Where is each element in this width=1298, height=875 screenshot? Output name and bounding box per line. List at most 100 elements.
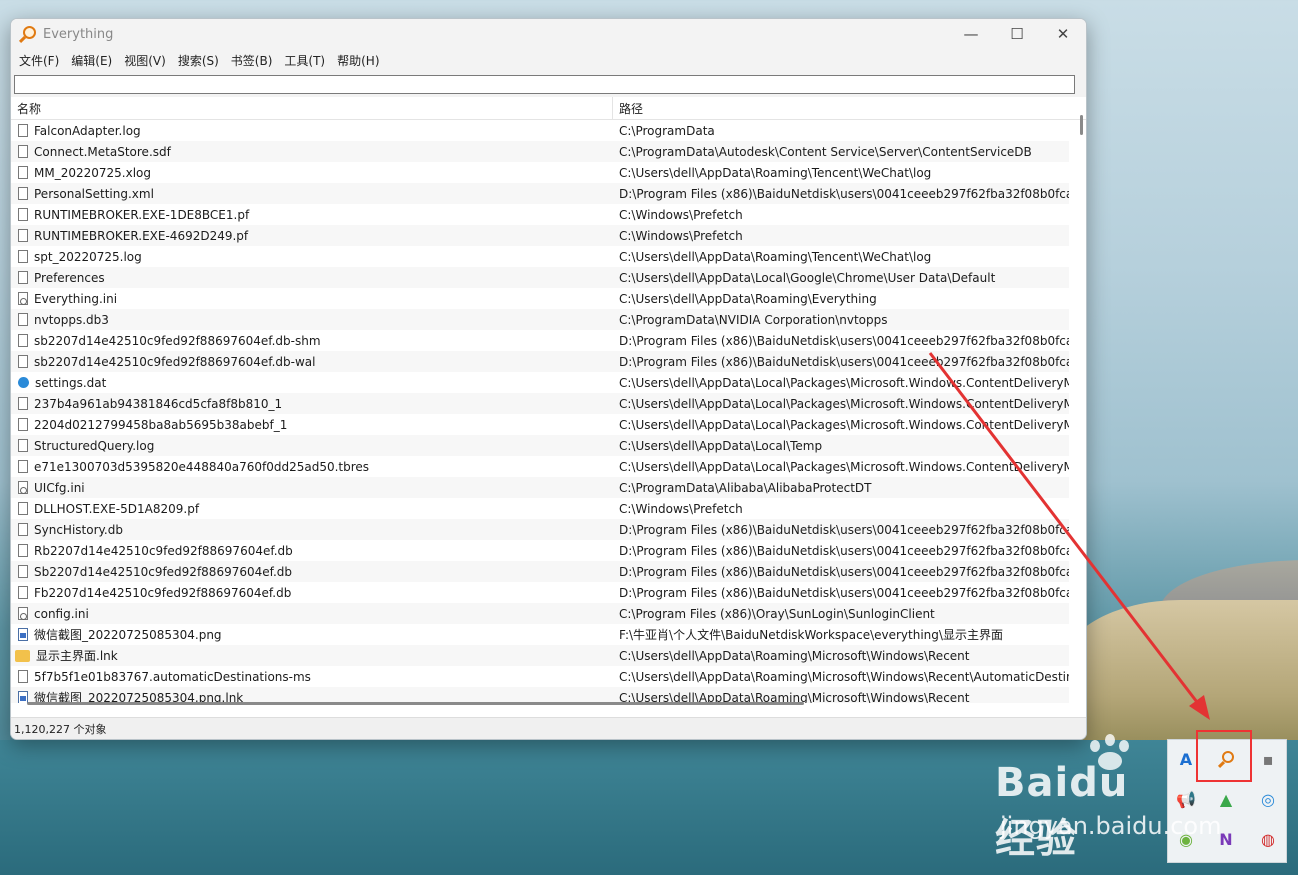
table-row[interactable]: sb2207d14e42510c9fed92f88697604ef.db-wal… bbox=[11, 351, 1069, 372]
minimize-button[interactable]: — bbox=[948, 19, 994, 49]
status-bar: 1,120,227 个对象 bbox=[11, 717, 1086, 739]
file-path: C:\Users\dell\AppData\Local\Temp bbox=[619, 438, 823, 453]
table-row[interactable]: MM_20220725.xlog C:\Users\dell\AppData\Ro… bbox=[11, 162, 1069, 183]
menu-tools[interactable]: 工具(T) bbox=[278, 52, 331, 69]
table-row[interactable]: Sb2207d14e42510c9fed92f88697604ef.db D:\P… bbox=[11, 561, 1069, 582]
menu-view[interactable]: 视图(V) bbox=[118, 52, 172, 69]
file-path: C:\ProgramData\Autodesk\Content Service\… bbox=[619, 144, 1032, 159]
window-icon-glyph: ▪ bbox=[1262, 749, 1274, 769]
file-path: C:\Users\dell\AppData\Roaming\Tencent\We… bbox=[619, 165, 932, 180]
file-name-cell: RUNTIMEBROKER.EXE-4692D249.pf bbox=[11, 229, 613, 243]
file-path: C:\Users\dell\AppData\Roaming\Microsoft\… bbox=[619, 669, 1069, 684]
file-name: 微信截图_20220725085304.png.lnk bbox=[34, 691, 244, 703]
search-bar bbox=[11, 71, 1086, 97]
document-icon bbox=[18, 208, 28, 221]
file-path: C:\Windows\Prefetch bbox=[619, 207, 743, 222]
table-row[interactable]: sb2207d14e42510c9fed92f88697604ef.db-shm… bbox=[11, 330, 1069, 351]
drive-icon[interactable]: ▲ bbox=[1211, 784, 1241, 814]
table-row[interactable]: config.ini C:\Program Files (x86)\Oray\Su… bbox=[11, 603, 1069, 624]
file-name-cell: StructuredQuery.log bbox=[11, 439, 613, 453]
table-row[interactable]: 237b4a961ab94381846cd5cfa8f8b810_1 C:\Use… bbox=[11, 393, 1069, 414]
menu-search[interactable]: 搜索(S) bbox=[172, 52, 225, 69]
desktop-grassland bbox=[1060, 600, 1298, 760]
sunlogin-icon[interactable]: ◎ bbox=[1253, 784, 1283, 814]
table-row[interactable]: settings.dat C:\Users\dell\AppData\Local\… bbox=[11, 372, 1069, 393]
table-row[interactable]: SyncHistory.db D:\Program Files (x86)\Bai… bbox=[11, 519, 1069, 540]
table-row[interactable]: Everything.ini C:\Users\dell\AppData\Roam… bbox=[11, 288, 1069, 309]
window-icon[interactable]: ▪ bbox=[1253, 744, 1283, 774]
file-path: D:\Program Files (x86)\BaiduNetdisk\user… bbox=[619, 186, 1069, 201]
table-row[interactable]: Connect.MetaStore.sdf C:\ProgramData\Auto… bbox=[11, 141, 1069, 162]
file-name-cell: Fb2207d14e42510c9fed92f88697604ef.db bbox=[11, 586, 613, 600]
menu-file[interactable]: 文件(F) bbox=[13, 52, 65, 69]
search-input[interactable] bbox=[14, 74, 1075, 94]
megaphone-icon[interactable]: 📢 bbox=[1171, 784, 1201, 814]
table-row[interactable]: FalconAdapter.log C:\ProgramData bbox=[11, 120, 1069, 141]
settings-file-icon bbox=[18, 292, 28, 305]
file-name-cell: sb2207d14e42510c9fed92f88697604ef.db-wal bbox=[11, 355, 613, 369]
window-title: Everything bbox=[43, 26, 114, 42]
table-row[interactable]: 5f7b5f1e01b83767.automaticDestinations-m… bbox=[11, 666, 1069, 687]
maximize-button[interactable]: ☐ bbox=[994, 19, 1040, 49]
settings-file-icon bbox=[18, 481, 28, 494]
file-name-cell: UICfg.ini bbox=[11, 481, 613, 495]
table-row[interactable]: RUNTIMEBROKER.EXE-4692D249.pf C:\Windows\… bbox=[11, 225, 1069, 246]
netease-music-icon[interactable]: ◍ bbox=[1253, 824, 1283, 854]
horizontal-scrollbar[interactable] bbox=[11, 702, 1069, 705]
document-icon bbox=[18, 460, 28, 473]
document-icon bbox=[18, 586, 28, 599]
file-path: C:\Windows\Prefetch bbox=[619, 501, 743, 516]
horizontal-scroll-thumb[interactable] bbox=[27, 702, 804, 705]
table-row[interactable]: PersonalSetting.xml D:\Program Files (x86… bbox=[11, 183, 1069, 204]
menu-edit[interactable]: 编辑(E) bbox=[65, 52, 118, 69]
vertical-scrollbar[interactable] bbox=[1080, 103, 1084, 701]
settings-file-icon bbox=[18, 607, 28, 620]
file-name-cell: PersonalSetting.xml bbox=[11, 187, 613, 201]
table-row[interactable]: Preferences C:\Users\dell\AppData\Local\G… bbox=[11, 267, 1069, 288]
title-bar[interactable]: Everything — ☐ ✕ bbox=[11, 19, 1086, 49]
table-row[interactable]: spt_20220725.log C:\Users\dell\AppData\Ro… bbox=[11, 246, 1069, 267]
column-header-name[interactable]: 名称 bbox=[11, 97, 613, 119]
file-name-cell: e71e1300703d5395820e448840a760f0dd25ad50… bbox=[11, 460, 613, 474]
document-icon bbox=[18, 145, 28, 158]
file-path: C:\ProgramData bbox=[619, 123, 715, 138]
table-row[interactable]: 微信截图_20220725085304.png F:\牛亚肖\个人文件\Baidu… bbox=[11, 624, 1069, 645]
table-row[interactable]: StructuredQuery.log C:\Users\dell\AppData… bbox=[11, 435, 1069, 456]
table-row[interactable]: 2204d0212799458ba8ab5695b38abebf_1 C:\Use… bbox=[11, 414, 1069, 435]
table-row[interactable]: Rb2207d14e42510c9fed92f88697604ef.db D:\P… bbox=[11, 540, 1069, 561]
menu-help[interactable]: 帮助(H) bbox=[331, 52, 385, 69]
file-path: C:\Users\dell\AppData\Local\Packages\Mic… bbox=[619, 417, 1069, 432]
document-icon bbox=[18, 439, 28, 452]
file-path: C:\Users\dell\AppData\Local\Google\Chrom… bbox=[619, 270, 996, 285]
document-icon bbox=[18, 229, 28, 242]
table-row[interactable]: Fb2207d14e42510c9fed92f88697604ef.db D:\P… bbox=[11, 582, 1069, 603]
document-icon bbox=[18, 523, 28, 536]
table-row[interactable]: UICfg.ini C:\ProgramData\Alibaba\AlibabaP… bbox=[11, 477, 1069, 498]
file-path: C:\Program Files (x86)\Oray\SunLogin\Sun… bbox=[619, 606, 935, 621]
table-row[interactable]: 显示主界面.lnk C:\Users\dell\AppData\Roaming\M… bbox=[11, 645, 1069, 666]
menu-bar: 文件(F) 编辑(E) 视图(V) 搜索(S) 书签(B) 工具(T) 帮助(H… bbox=[11, 49, 1086, 71]
file-name: nvtopps.db3 bbox=[34, 312, 109, 327]
file-name: config.ini bbox=[34, 606, 89, 621]
column-header-path[interactable]: 路径 bbox=[613, 97, 1069, 119]
table-row[interactable]: 微信截图_20220725085304.png.lnk C:\Users\dell… bbox=[11, 687, 1069, 703]
file-path: D:\Program Files (x86)\BaiduNetdisk\user… bbox=[619, 564, 1069, 579]
table-row[interactable]: DLLHOST.EXE-5D1A8209.pf C:\Windows\Prefet… bbox=[11, 498, 1069, 519]
file-name-cell: 微信截图_20220725085304.png.lnk bbox=[11, 689, 613, 703]
file-name-cell: 237b4a961ab94381846cd5cfa8f8b810_1 bbox=[11, 397, 613, 411]
file-path: C:\Users\dell\AppData\Local\Packages\Mic… bbox=[619, 375, 1069, 390]
table-row[interactable]: nvtopps.db3 C:\ProgramData\NVIDIA Corpora… bbox=[11, 309, 1069, 330]
document-icon bbox=[18, 565, 28, 578]
table-row[interactable]: RUNTIMEBROKER.EXE-1DE8BCE1.pf C:\Windows\… bbox=[11, 204, 1069, 225]
file-name: sb2207d14e42510c9fed92f88697604ef.db-wal bbox=[34, 354, 316, 369]
close-button[interactable]: ✕ bbox=[1040, 19, 1086, 49]
file-path: D:\Program Files (x86)\BaiduNetdisk\user… bbox=[619, 585, 1069, 600]
file-name: 微信截图_20220725085304.png bbox=[34, 628, 222, 642]
file-name: MM_20220725.xlog bbox=[34, 165, 151, 180]
file-name-cell: settings.dat bbox=[11, 376, 613, 390]
document-icon bbox=[18, 670, 28, 683]
menu-bookmarks[interactable]: 书签(B) bbox=[225, 52, 279, 69]
table-row[interactable]: e71e1300703d5395820e448840a760f0dd25ad50… bbox=[11, 456, 1069, 477]
file-name-cell: Rb2207d14e42510c9fed92f88697604ef.db bbox=[11, 544, 613, 558]
vertical-scroll-thumb[interactable] bbox=[1080, 115, 1083, 135]
